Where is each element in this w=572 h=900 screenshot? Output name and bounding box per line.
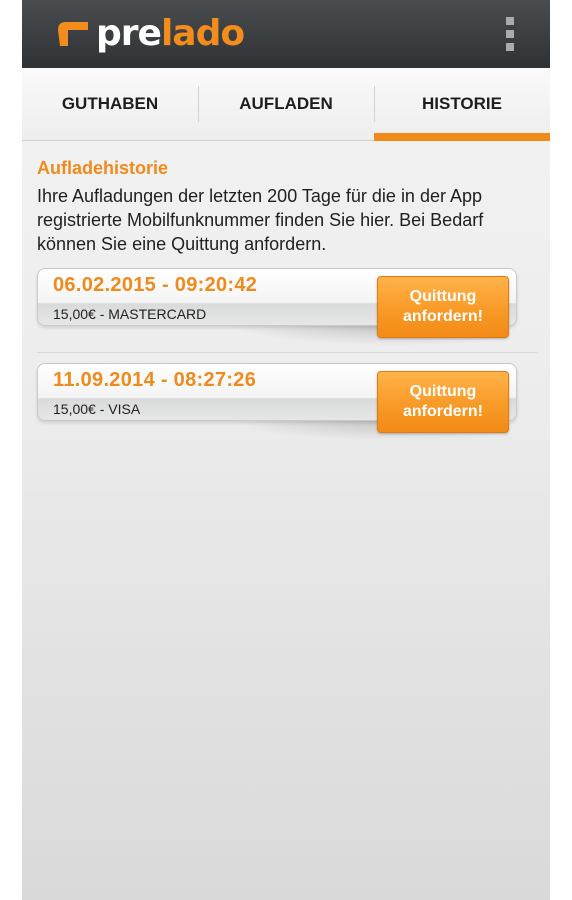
history-intro-text: Ihre Aufladungen der letzten 200 Tage fü…	[37, 186, 484, 254]
tab-aufladen[interactable]: AUFLADEN	[198, 68, 374, 140]
entry-amount-method: 15,00€ - MASTERCARD	[53, 306, 207, 322]
prelado-logo: prelado	[56, 12, 245, 56]
entry-datetime: 06.02.2015 - 09:20:42	[53, 274, 258, 296]
logo-text-lado: lado	[160, 13, 245, 54]
divider	[37, 352, 537, 353]
history-entry: 11.09.2014 - 08:27:26 15,00€ - VISA Quit…	[37, 363, 517, 441]
request-receipt-button[interactable]: Quittung anfordern!	[377, 276, 509, 338]
request-receipt-button[interactable]: Quittung anfordern!	[377, 371, 509, 433]
logo-mark-icon	[58, 22, 88, 46]
tab-historie[interactable]: HISTORIE	[374, 68, 550, 141]
section-title: Aufladehistorie	[37, 158, 169, 178]
history-entry: 06.02.2015 - 09:20:42 15,00€ - MASTERCAR…	[37, 268, 517, 346]
overflow-menu-icon[interactable]	[500, 17, 520, 51]
app-screen: prelado GUTHABEN AUFLADEN HISTORIE Aufla…	[22, 0, 550, 900]
tab-guthaben[interactable]: GUTHABEN	[22, 68, 198, 140]
logo-text-pre: pre	[96, 13, 162, 54]
entry-datetime: 11.09.2014 - 08:27:26	[53, 369, 257, 391]
app-header: prelado	[22, 0, 550, 68]
entry-amount-method: 15,00€ - VISA	[53, 401, 141, 417]
tab-bar: GUTHABEN AUFLADEN HISTORIE	[22, 68, 550, 141]
logo-text: prelado	[96, 12, 245, 56]
